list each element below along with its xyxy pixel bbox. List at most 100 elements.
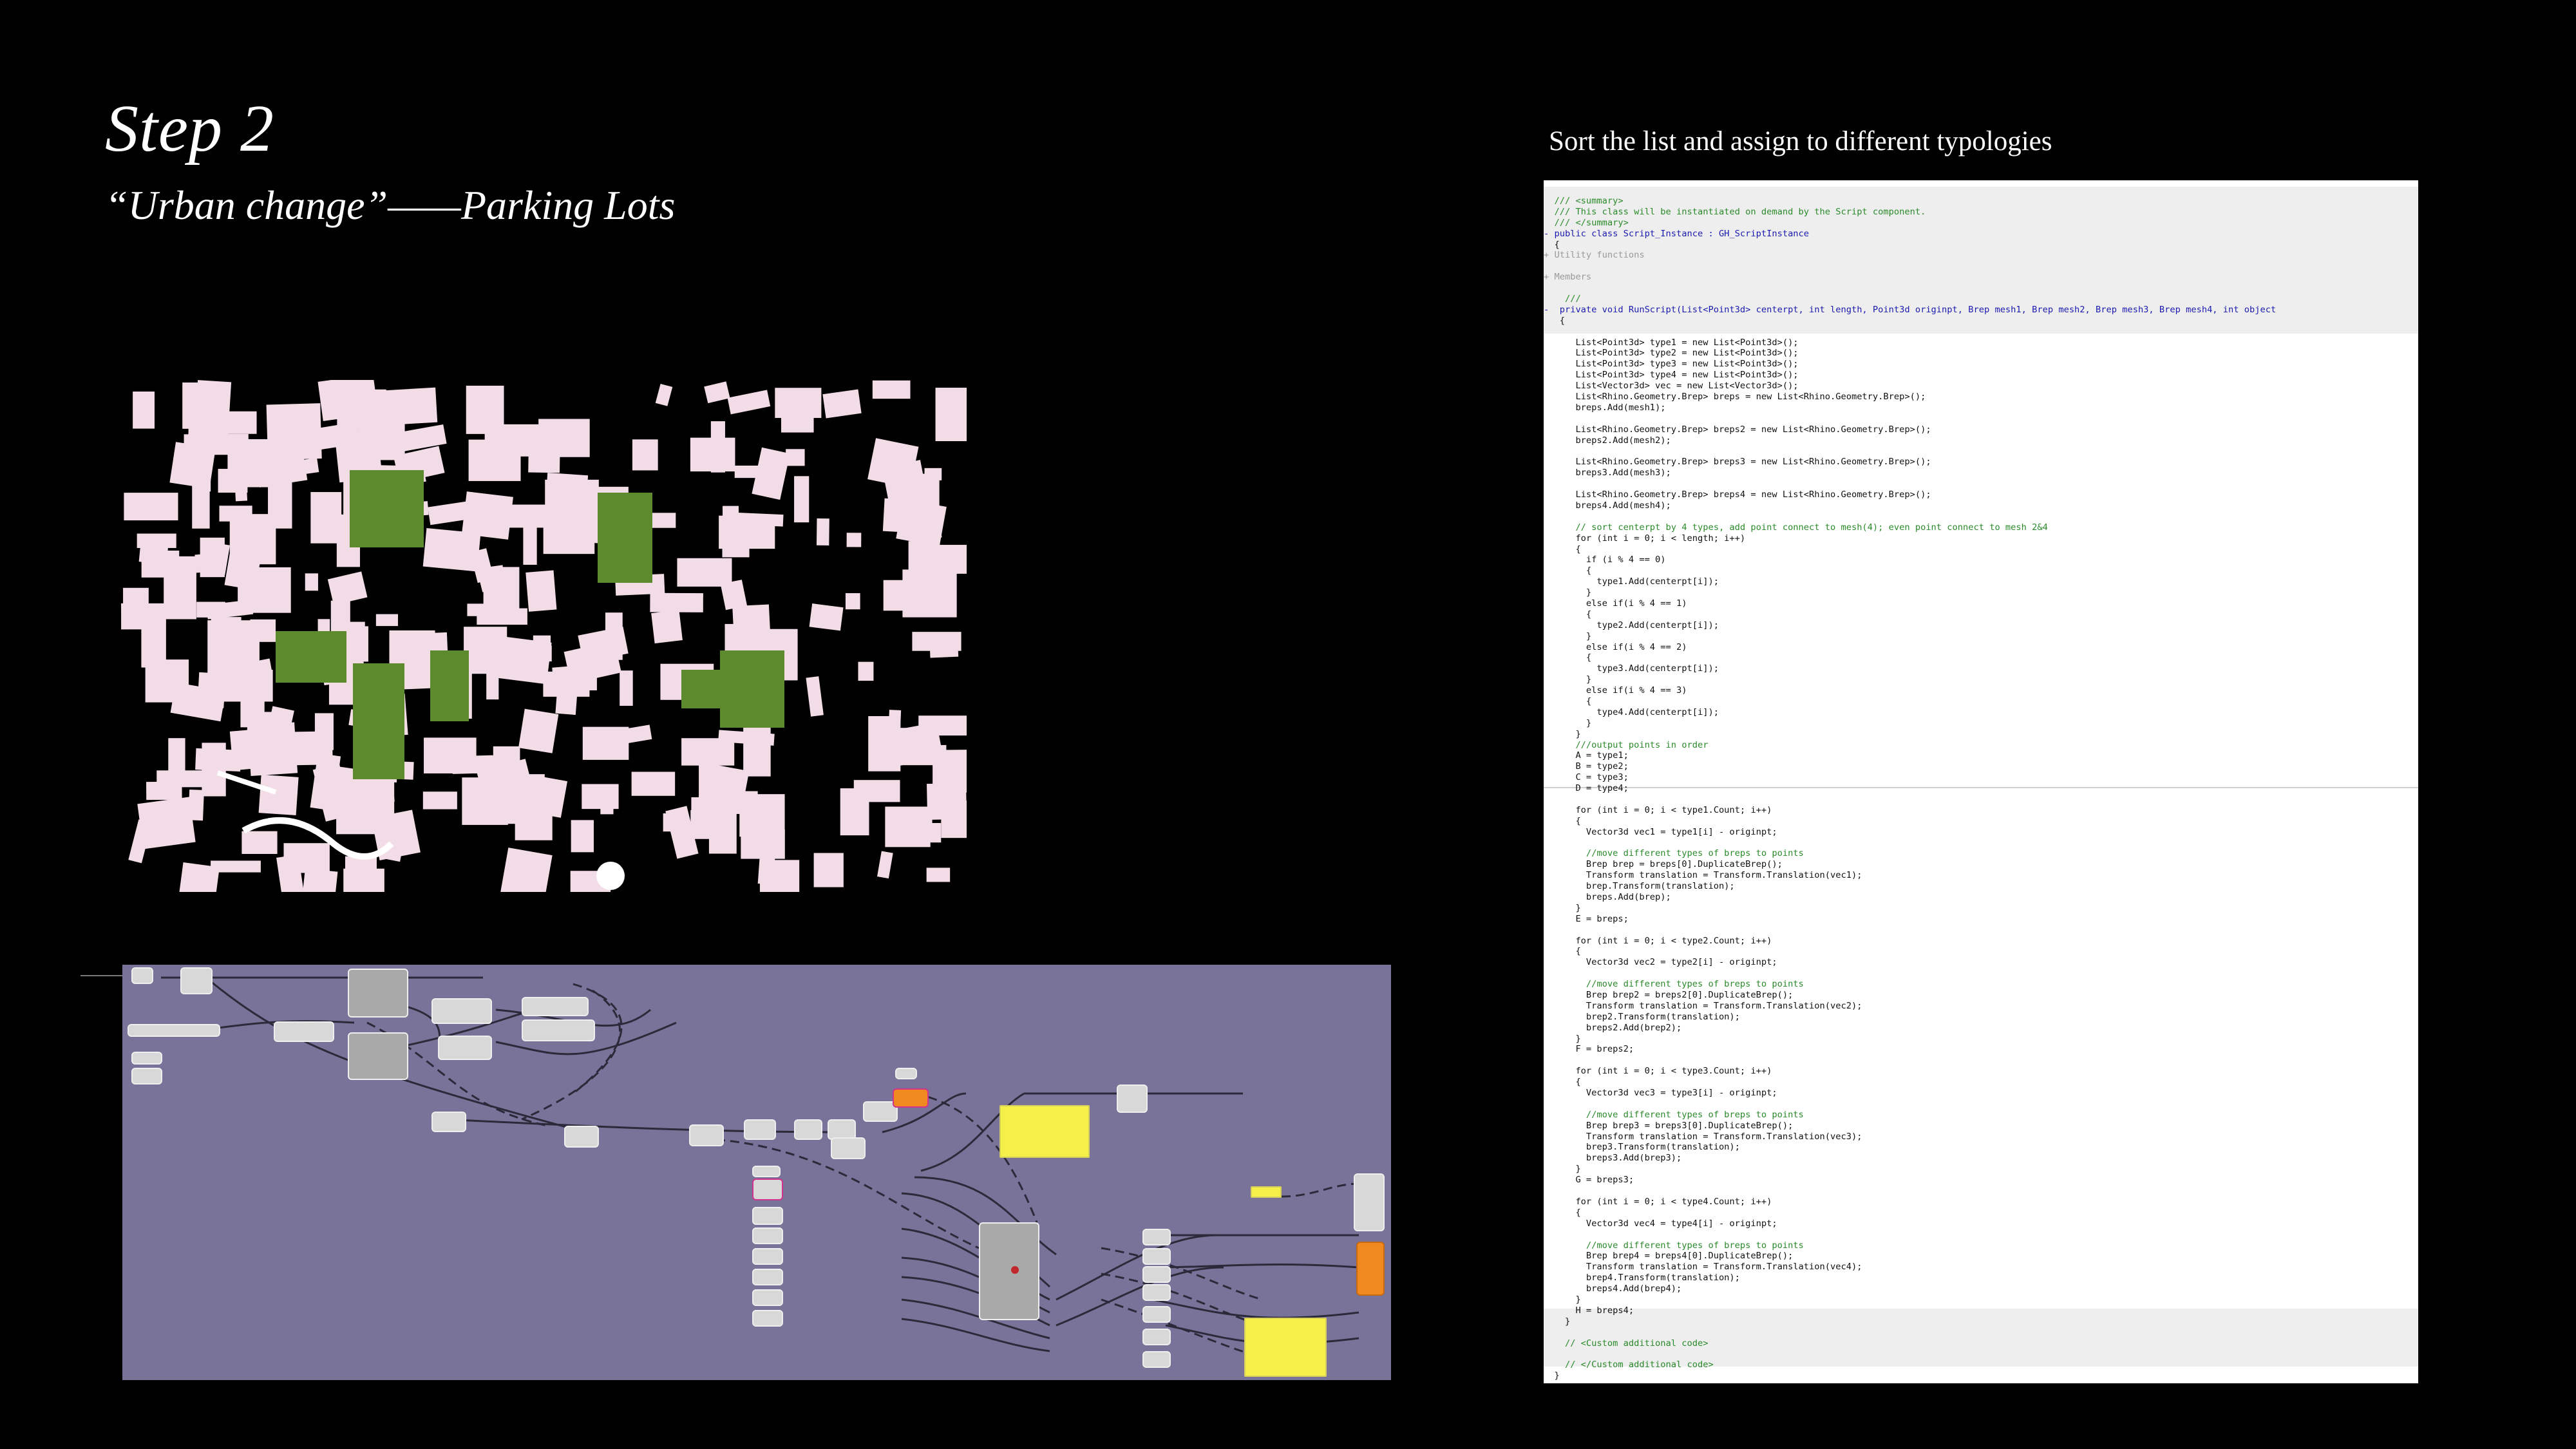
- building-footprint: [137, 533, 176, 548]
- gh-component-node[interactable]: [522, 997, 589, 1016]
- building-footprint: [168, 738, 185, 779]
- gh-panel-node[interactable]: [131, 1052, 162, 1065]
- code-line: /// </summary>: [1544, 217, 1629, 228]
- code-line: F = breps2;: [1544, 1044, 1634, 1055]
- gh-component-node[interactable]: [438, 1036, 492, 1060]
- building-footprint: [794, 476, 810, 523]
- building-footprint: [924, 468, 942, 480]
- code-line: List<Rhino.Geometry.Brep> breps2 = new L…: [1544, 424, 1931, 435]
- building-footprint: [555, 677, 579, 715]
- gh-param-node[interactable]: [131, 1068, 162, 1084]
- code-line: }: [1544, 1316, 1571, 1327]
- gh-component-node[interactable]: [180, 967, 213, 994]
- building-footprint: [184, 434, 204, 448]
- code-line: List<Point3d> type3 = new List<Point3d>(…: [1544, 359, 1799, 370]
- gh-component-node[interactable]: [431, 1112, 466, 1132]
- building-footprint: [523, 518, 537, 565]
- gh-component-node[interactable]: [348, 969, 408, 1018]
- gh-param-node[interactable]: [752, 1227, 783, 1244]
- building-footprint: [305, 573, 318, 591]
- building-footprint: [268, 475, 292, 529]
- code-line: E = breps;: [1544, 913, 1629, 924]
- gh-panel-node[interactable]: [1251, 1186, 1282, 1198]
- gh-param-node[interactable]: [1142, 1329, 1171, 1345]
- code-line: {: [1544, 815, 1581, 826]
- gh-preview-node[interactable]: [1117, 1084, 1148, 1113]
- gh-csharp-script-node[interactable]: [979, 1222, 1039, 1320]
- building-footprint: [650, 592, 703, 612]
- building-footprint: [912, 632, 961, 651]
- gh-toggle-node[interactable]: [893, 1088, 929, 1108]
- code-line: List<Rhino.Geometry.Brep> breps = new Li…: [1544, 392, 1926, 402]
- gh-param-node[interactable]: [1142, 1248, 1171, 1265]
- gh-component-node[interactable]: [689, 1124, 724, 1146]
- gh-component-node[interactable]: [348, 1032, 408, 1080]
- building-footprint: [486, 652, 499, 700]
- gh-component-node[interactable]: [564, 1126, 599, 1148]
- gh-note-panel[interactable]: [999, 1105, 1090, 1158]
- building-footprint: [632, 439, 658, 471]
- gh-component-node[interactable]: [274, 1021, 334, 1042]
- gh-component-node[interactable]: [794, 1119, 822, 1140]
- code-line: breps3.Add(brep3);: [1544, 1153, 1682, 1164]
- building-footprint: [582, 726, 629, 760]
- gh-param-node[interactable]: [752, 1207, 783, 1225]
- code-line: {: [1544, 565, 1592, 576]
- gh-panel-node[interactable]: [752, 1166, 781, 1177]
- gh-param-node[interactable]: [752, 1289, 783, 1306]
- gh-param-node[interactable]: [1142, 1306, 1171, 1323]
- code-line: {: [1544, 1077, 1581, 1088]
- gh-param-node[interactable]: [752, 1269, 783, 1285]
- gh-toggle-node[interactable]: [1356, 1242, 1385, 1296]
- building-footprint: [933, 545, 967, 574]
- gh-component-node[interactable]: [831, 1137, 866, 1159]
- gh-component-node[interactable]: [744, 1119, 776, 1140]
- building-footprint: [858, 661, 874, 681]
- parking-lot: [276, 631, 346, 683]
- gh-param-node[interactable]: [1142, 1284, 1171, 1301]
- code-text[interactable]: /// <summary> /// This class will be ins…: [1544, 196, 2418, 1381]
- gh-param-node[interactable]: [752, 1248, 783, 1265]
- code-line: List<Rhino.Geometry.Brep> breps4 = new L…: [1544, 489, 1931, 500]
- gh-param-node[interactable]: [1142, 1266, 1171, 1283]
- code-line: Vector3d vec1 = type1[i] - originpt;: [1544, 826, 1777, 837]
- code-line: //move different types of breps to point…: [1544, 848, 1804, 859]
- code-line: Transform translation = Transform.Transl…: [1544, 1131, 1862, 1142]
- building-footprint: [245, 526, 267, 539]
- building-footprint: [219, 506, 252, 522]
- slide-title: Step 2: [105, 91, 275, 166]
- gh-component-node[interactable]: [522, 1019, 595, 1041]
- gh-param-node[interactable]: [752, 1179, 783, 1200]
- building-footprint: [208, 411, 257, 434]
- code-line: G = breps3;: [1544, 1175, 1634, 1186]
- building-footprint: [468, 439, 521, 481]
- gh-note-panel[interactable]: [1244, 1318, 1327, 1377]
- code-line: breps4.Add(brep4);: [1544, 1283, 1682, 1294]
- code-line: + Members: [1544, 272, 1592, 283]
- code-line: }: [1544, 674, 1592, 685]
- building-footprint: [651, 610, 683, 644]
- gh-component-node[interactable]: [1354, 1173, 1385, 1231]
- gh-slider-node[interactable]: [128, 1024, 220, 1037]
- code-line: //move different types of breps to point…: [1544, 1240, 1804, 1251]
- grasshopper-canvas[interactable]: [122, 965, 1391, 1380]
- gh-component-node[interactable]: [431, 998, 492, 1024]
- gh-param-node[interactable]: [1142, 1229, 1171, 1245]
- canvas-leader-line: [80, 975, 126, 976]
- gh-panel-node[interactable]: [895, 1068, 917, 1079]
- code-line: breps.Add(brep);: [1544, 892, 1671, 902]
- building-footprint: [461, 491, 513, 540]
- building-footprint: [941, 800, 967, 838]
- gh-param-node[interactable]: [1142, 1351, 1171, 1368]
- code-line: }: [1544, 1294, 1581, 1305]
- building-footprint: [424, 737, 477, 773]
- gh-param-node[interactable]: [131, 967, 153, 984]
- gh-param-node[interactable]: [752, 1310, 783, 1327]
- building-footprint: [227, 433, 249, 480]
- building-footprint: [722, 532, 750, 558]
- code-line: {: [1544, 239, 1560, 250]
- code-line: for (int i = 0; i < type1.Count; i++): [1544, 804, 1772, 815]
- csharp-script-editor[interactable]: /// <summary> /// This class will be ins…: [1544, 180, 2418, 1383]
